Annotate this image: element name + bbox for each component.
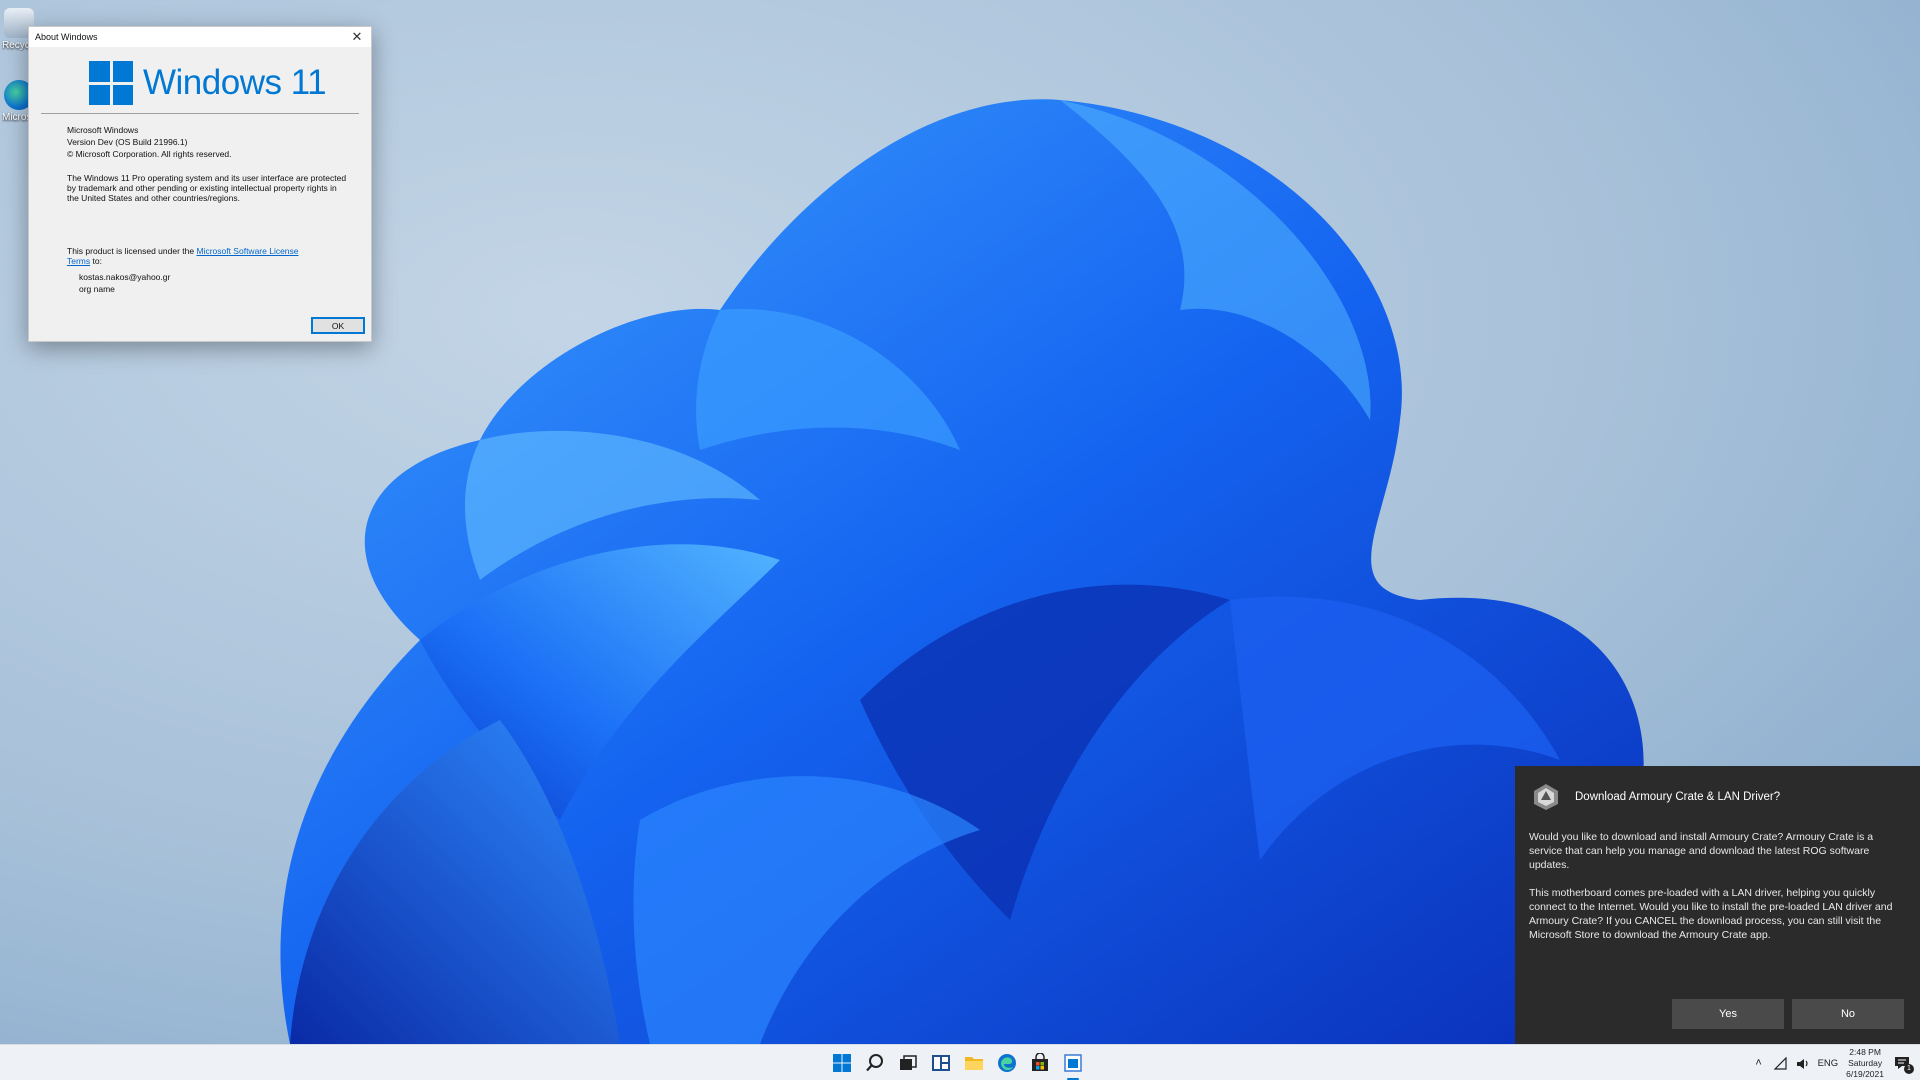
- product-name: Microsoft Windows: [67, 125, 139, 135]
- dialog-titlebar[interactable]: About Windows ✕: [29, 27, 371, 47]
- dialog-title: About Windows: [35, 32, 98, 42]
- chevron-up-icon[interactable]: ˄: [1752, 1056, 1766, 1070]
- network-icon[interactable]: [1774, 1056, 1788, 1070]
- version-text: Version Dev (OS Build 21996.1): [67, 137, 188, 147]
- volume-icon[interactable]: [1796, 1056, 1810, 1070]
- copyright-text: © Microsoft Corporation. All rights rese…: [67, 149, 232, 159]
- toast-message-2: This motherboard comes pre-loaded with a…: [1529, 887, 1893, 941]
- windows-logo-banner: Windows 11: [89, 61, 327, 105]
- system-tray: ˄ ENG 2:48 PM Saturday 6/19/2021 1: [1752, 1045, 1914, 1080]
- windows-logo-icon: [89, 61, 133, 105]
- armoury-crate-notification: Download Armoury Crate & LAN Driver? Wou…: [1515, 766, 1920, 1044]
- file-explorer-icon[interactable]: [962, 1051, 986, 1075]
- language-indicator[interactable]: ENG: [1818, 1058, 1839, 1069]
- clock-time: 2:48 PM: [1849, 1046, 1881, 1057]
- winver-icon[interactable]: [1061, 1051, 1085, 1080]
- notification-center-icon[interactable]: 1: [1892, 1053, 1914, 1074]
- clock[interactable]: 2:48 PM Saturday 6/19/2021: [1846, 1047, 1884, 1080]
- license-text: This product is licensed under the Micro…: [67, 246, 299, 266]
- toast-title: Download Armoury Crate & LAN Driver?: [1575, 791, 1781, 803]
- close-icon[interactable]: ✕: [349, 29, 365, 45]
- windows-logo-text: Windows 11: [143, 63, 327, 102]
- clock-day: Saturday: [1848, 1057, 1883, 1068]
- store-icon[interactable]: [1028, 1051, 1052, 1075]
- widgets-icon[interactable]: [929, 1051, 953, 1075]
- licensed-owner: kostas.nakos@yahoo.gr org name: [79, 271, 170, 295]
- toast-body: Would you like to download and install A…: [1529, 830, 1909, 956]
- search-icon[interactable]: [863, 1051, 887, 1075]
- clock-date: 6/19/2021: [1846, 1068, 1884, 1079]
- no-button[interactable]: No: [1792, 999, 1904, 1029]
- toast-header: Download Armoury Crate & LAN Driver?: [1531, 782, 1780, 812]
- start-icon[interactable]: [830, 1051, 854, 1075]
- task-view-icon[interactable]: [896, 1051, 920, 1075]
- version-info: Microsoft Windows Version Dev (OS Build …: [67, 124, 347, 160]
- about-windows-dialog: About Windows ✕ Windows 11 Microsoft Win…: [28, 26, 372, 342]
- notification-count-badge: 1: [1904, 1064, 1914, 1074]
- owner-user: kostas.nakos@yahoo.gr: [79, 272, 171, 282]
- divider: [41, 113, 359, 114]
- taskbar-apps: [830, 1045, 1085, 1080]
- yes-button[interactable]: Yes: [1672, 999, 1784, 1029]
- edge-icon[interactable]: [995, 1051, 1019, 1075]
- armoury-crate-icon: [1534, 784, 1558, 810]
- taskbar: ˄ ENG 2:48 PM Saturday 6/19/2021 1: [0, 1044, 1920, 1080]
- ok-button[interactable]: OK: [311, 317, 365, 334]
- owner-org: org name: [79, 284, 115, 294]
- legal-text: The Windows 11 Pro operating system and …: [67, 173, 347, 203]
- toast-message-1: Would you like to download and install A…: [1529, 831, 1874, 871]
